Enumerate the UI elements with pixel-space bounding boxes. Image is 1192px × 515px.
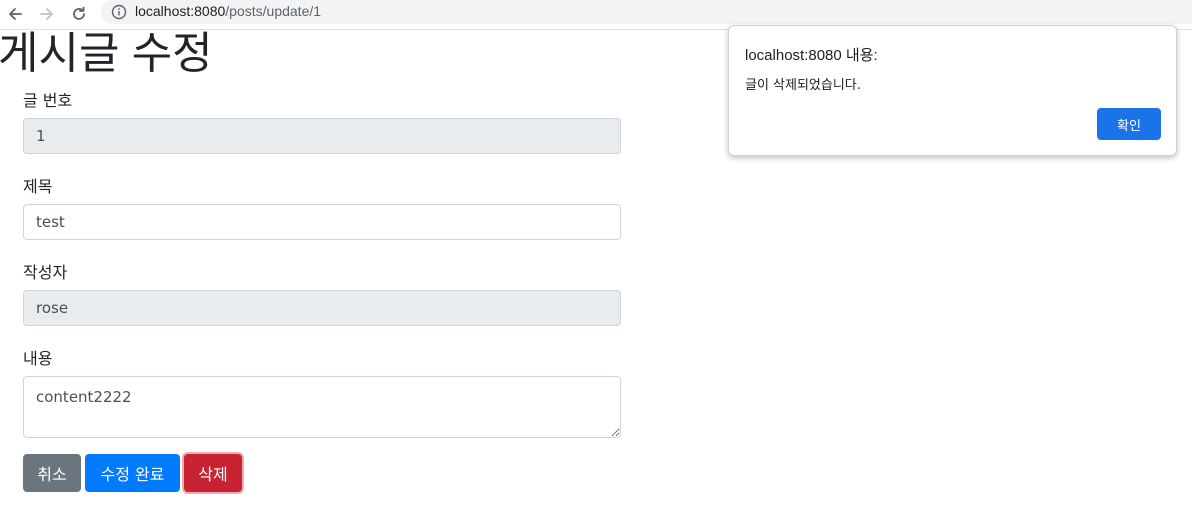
content-textarea[interactable]: content2222: [23, 376, 621, 438]
content-label: 내용: [23, 349, 53, 368]
back-button[interactable]: [3, 2, 27, 26]
forward-button[interactable]: [35, 2, 59, 26]
post-id-field[interactable]: [23, 118, 621, 154]
url-host: localhost:8080: [135, 3, 226, 19]
cancel-button[interactable]: 취소: [23, 454, 81, 492]
arrow-right-icon: [38, 5, 56, 23]
address-bar[interactable]: localhost:8080/posts/update/1: [101, 0, 1192, 24]
reload-button[interactable]: [67, 2, 91, 26]
dialog-ok-button[interactable]: 확인: [1097, 108, 1161, 140]
url-path: /posts/update/1: [225, 3, 322, 19]
url-text: localhost:8080/posts/update/1: [135, 3, 321, 19]
arrow-left-icon: [6, 5, 24, 23]
reload-icon: [70, 5, 88, 23]
alert-dialog: localhost:8080 내용: 글이 삭제되었습니다. 확인: [728, 25, 1177, 156]
delete-button[interactable]: 삭제: [184, 454, 242, 492]
post-id-label: 글 번호: [23, 91, 73, 110]
dialog-title: localhost:8080 내용:: [745, 47, 878, 64]
update-button[interactable]: 수정 완료: [85, 454, 180, 492]
dialog-message: 글이 삭제되었습니다.: [745, 78, 861, 93]
title-label: 제목: [23, 177, 53, 196]
page-title: 게시글 수정: [0, 29, 213, 78]
title-input[interactable]: [23, 204, 621, 240]
info-icon[interactable]: [111, 4, 127, 20]
author-label: 작성자: [23, 263, 68, 282]
author-field[interactable]: [23, 290, 621, 326]
